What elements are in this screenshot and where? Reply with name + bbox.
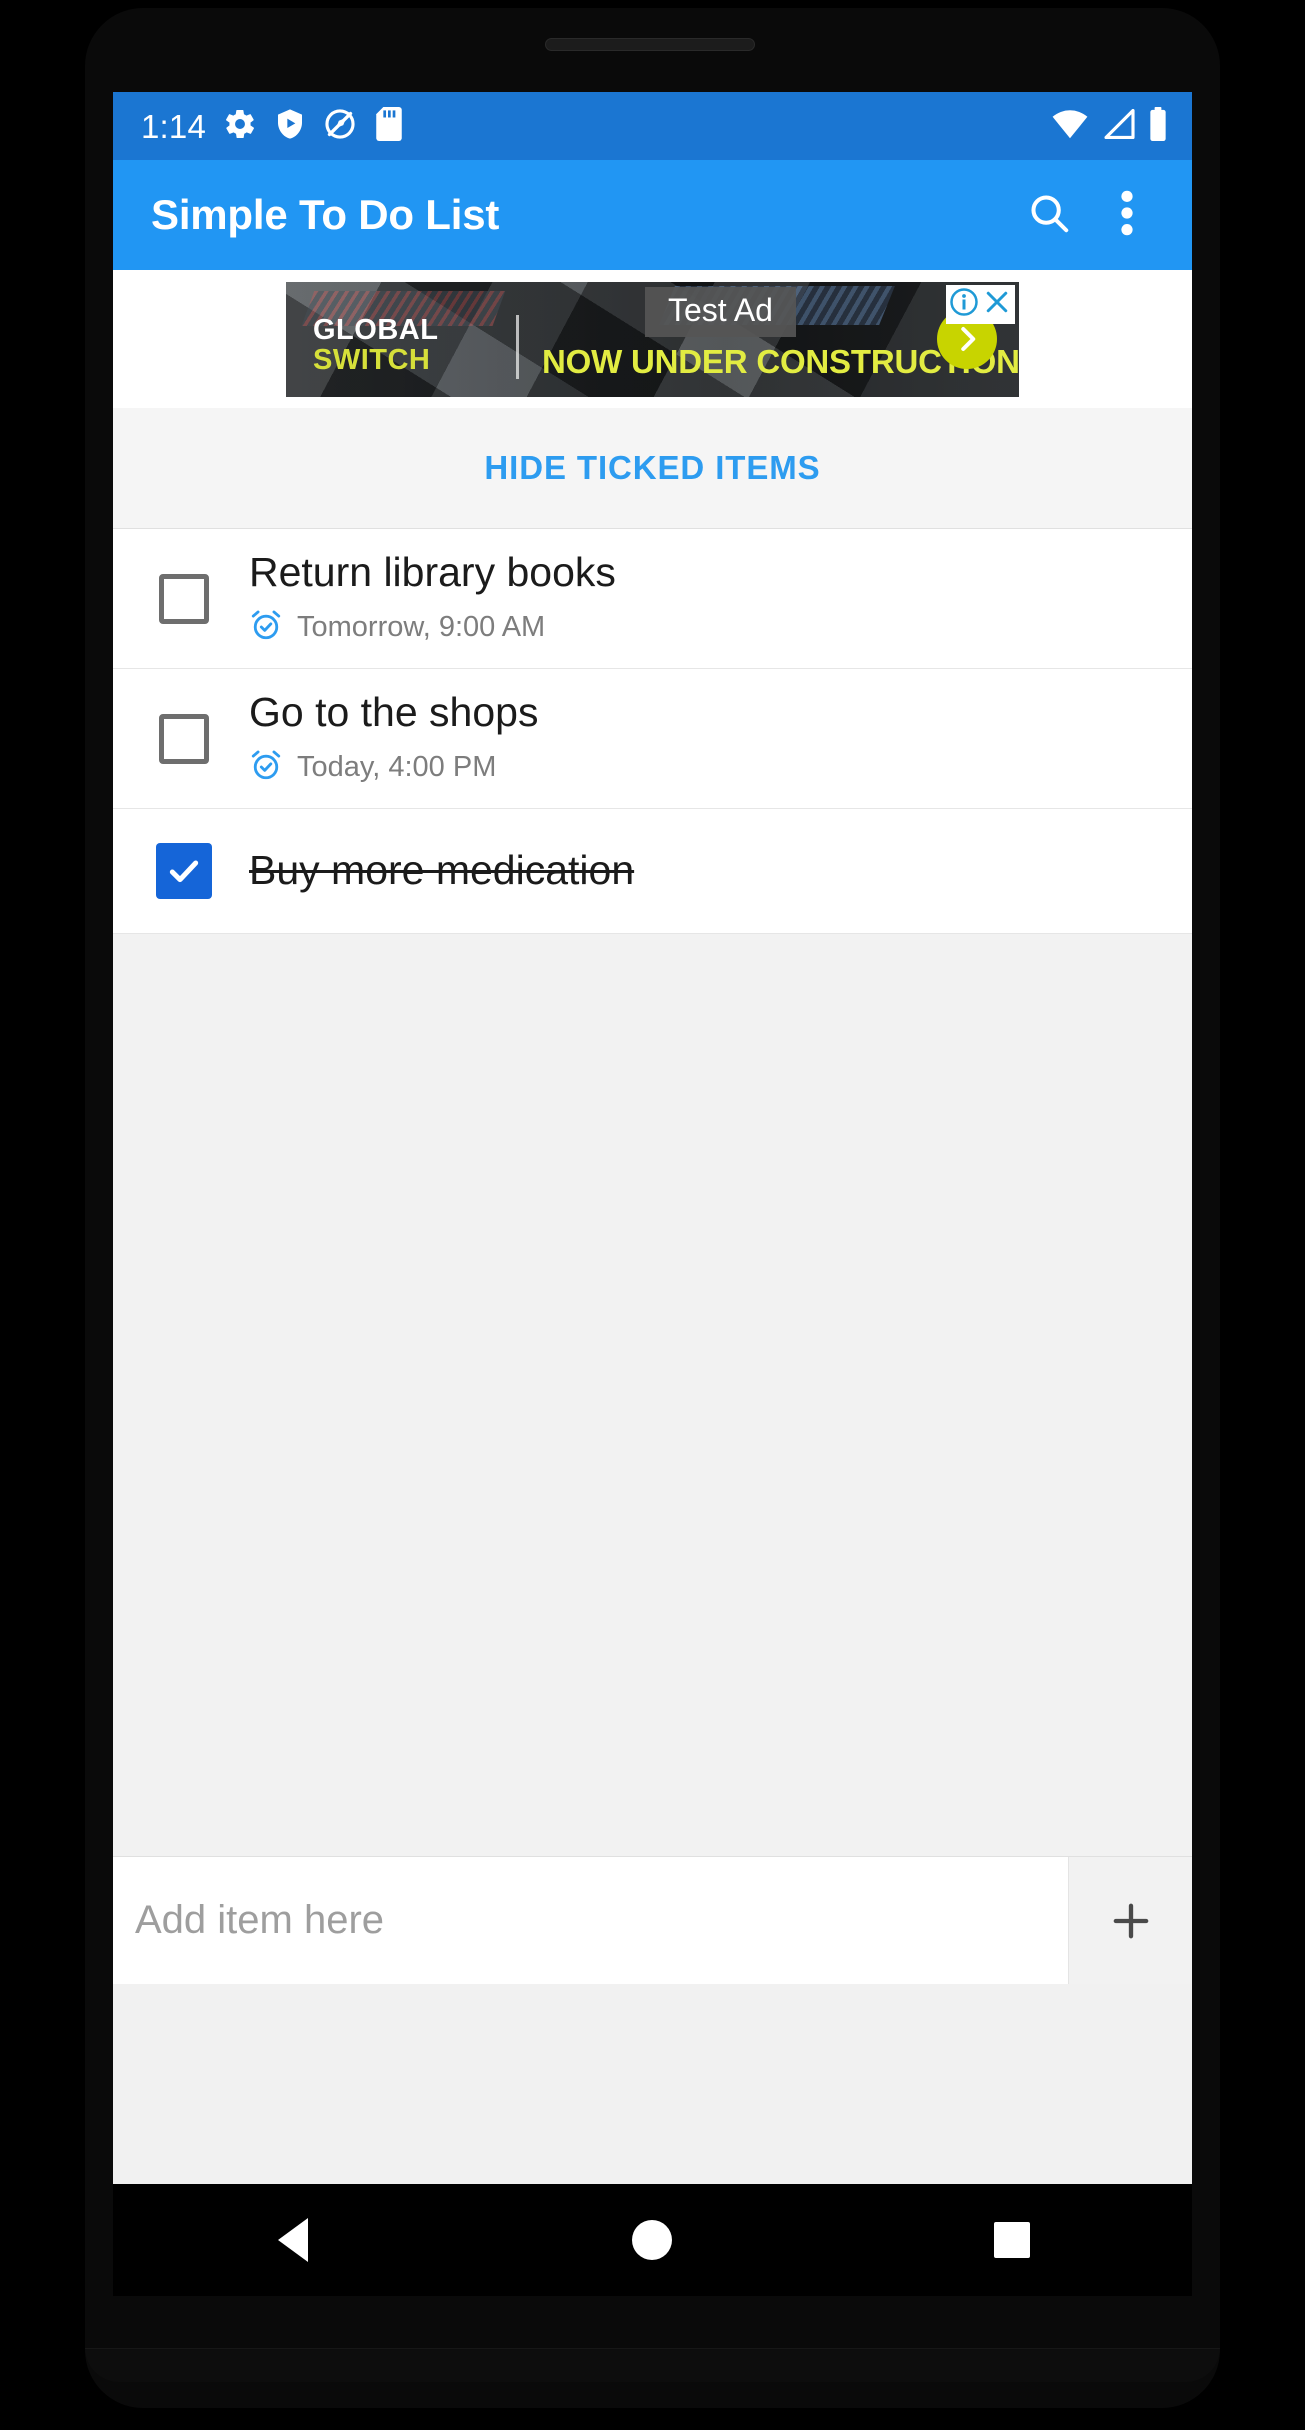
todo-item-text-column: Go to the shops Today, 4:00 PM <box>249 690 538 786</box>
todo-item-text-column: Buy more medication <box>249 848 634 893</box>
ad-badge-group[interactable] <box>946 284 1015 324</box>
ad-test-label: Test Ad <box>645 286 796 337</box>
todo-item-reminder-row: Today, 4:00 PM <box>249 748 538 787</box>
ad-banner[interactable]: GLOBAL SWITCH NOW UNDER CONSTRUCTION Tes… <box>113 270 1192 408</box>
hide-ticked-items-label: HIDE TICKED ITEMS <box>484 449 821 486</box>
todo-item-row[interactable]: Buy more medication <box>113 809 1192 934</box>
search-icon <box>1026 190 1072 241</box>
status-clock: 1:14 <box>141 107 207 145</box>
page-title: Simple To Do List <box>151 191 500 238</box>
ad-creative[interactable]: GLOBAL SWITCH NOW UNDER CONSTRUCTION Tes… <box>286 281 1019 397</box>
nav-home-button[interactable] <box>592 2184 712 2296</box>
ad-info-icon[interactable] <box>949 287 979 322</box>
checkbox-checked-icon <box>156 843 212 899</box>
sd-card-icon <box>374 106 404 146</box>
todo-item-title: Return library books <box>249 549 616 596</box>
nav-recents-button[interactable] <box>952 2184 1072 2296</box>
todo-item-row[interactable]: Return library books Tomorrow, 9:00 AM <box>113 529 1192 669</box>
overflow-menu-icon <box>1120 188 1134 243</box>
todo-item-reminder: Today, 4:00 PM <box>297 750 497 783</box>
phone-bottom-bezel <box>85 2348 1220 2382</box>
checkbox-unchecked-icon <box>159 713 209 764</box>
alarm-check-icon <box>249 748 283 787</box>
ad-brand-line-1: GLOBAL <box>313 313 439 346</box>
gear-icon <box>223 107 257 146</box>
chevron-right-icon <box>961 327 976 351</box>
speaker-grille <box>545 38 755 51</box>
todo-item-title: Buy more medication <box>249 847 635 894</box>
ad-close-icon[interactable] <box>982 287 1012 322</box>
nav-back-button[interactable] <box>233 2184 353 2296</box>
recents-square-icon <box>994 2222 1031 2258</box>
plus-icon <box>1113 1903 1148 1938</box>
wifi-icon <box>1052 109 1088 144</box>
todo-item-title: Go to the shops <box>249 689 539 736</box>
back-triangle-icon <box>277 2218 308 2262</box>
todo-list-empty-area <box>113 934 1192 1856</box>
status-bar: 1:14 <box>113 92 1192 160</box>
status-bar-left-group: 1:14 <box>141 106 1052 146</box>
system-navigation-bar <box>113 2184 1192 2296</box>
add-item-button[interactable] <box>1068 1857 1192 1984</box>
search-button[interactable] <box>1010 176 1088 254</box>
todo-list: Return library books Tomorrow, 9:00 AM G… <box>113 529 1192 934</box>
overflow-menu-button[interactable] <box>1088 176 1166 254</box>
shield-play-icon <box>274 108 306 145</box>
add-item-bar <box>113 1856 1192 1984</box>
ad-brand-logo: GLOBAL SWITCH <box>313 313 439 376</box>
todo-checkbox[interactable] <box>155 710 213 768</box>
battery-icon <box>1148 106 1168 146</box>
ad-brand-line-2: SWITCH <box>313 343 431 376</box>
todo-list-panel: HIDE TICKED ITEMS Return library books T… <box>113 408 1192 1856</box>
hide-ticked-items-button[interactable]: HIDE TICKED ITEMS <box>113 408 1192 529</box>
phone-screen: 1:14 Simple To Do List GLOBAL SWITCH NOW… <box>113 92 1192 2184</box>
checkbox-unchecked-icon <box>159 573 209 624</box>
location-slash-icon <box>323 107 357 146</box>
todo-checkbox[interactable] <box>155 570 213 628</box>
todo-item-row[interactable]: Go to the shops Today, 4:00 PM <box>113 669 1192 809</box>
ad-logo-divider <box>516 314 519 379</box>
alarm-check-icon <box>249 608 283 647</box>
todo-item-reminder-row: Tomorrow, 9:00 AM <box>249 608 616 647</box>
device-frame: 1:14 Simple To Do List GLOBAL SWITCH NOW… <box>0 0 1305 2430</box>
cellular-signal-icon <box>1101 108 1135 144</box>
app-bar: Simple To Do List <box>113 160 1192 270</box>
todo-checkbox[interactable] <box>155 842 213 900</box>
todo-item-reminder: Tomorrow, 9:00 AM <box>297 610 546 643</box>
status-bar-right-group <box>1052 106 1168 146</box>
add-item-input[interactable] <box>113 1857 1068 1984</box>
home-circle-icon <box>632 2220 673 2260</box>
todo-item-text-column: Return library books Tomorrow, 9:00 AM <box>249 550 616 646</box>
